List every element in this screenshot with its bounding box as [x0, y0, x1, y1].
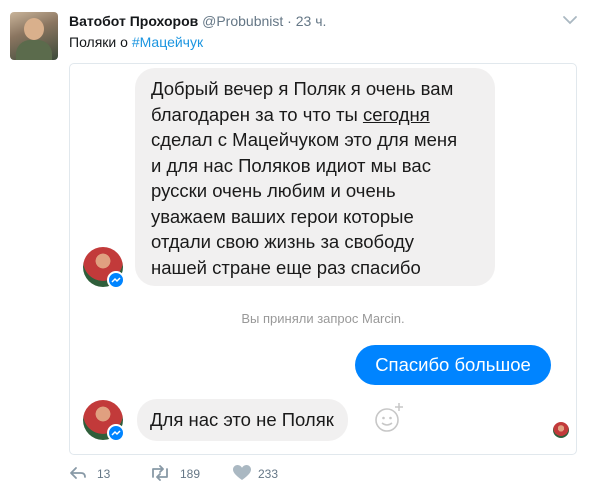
separator-dot: ·	[287, 13, 292, 29]
heart-icon	[233, 465, 251, 480]
messenger-badge-icon	[107, 424, 125, 442]
message-line: отдали свою жизнь за свободу	[151, 231, 415, 252]
like-count: 233	[258, 467, 279, 481]
message-line: русски очень любим и очень	[151, 180, 396, 201]
messenger-badge-icon	[107, 271, 125, 289]
underlined-word: сегодня	[362, 103, 430, 125]
message-line: нашей стране еще раз спасибо	[151, 256, 421, 278]
incoming-message-bubble-2: Для нас это не Поляк	[137, 399, 348, 441]
tweet-text: Поляки о #Мацейчук	[69, 33, 203, 52]
tweet-text-prefix: Поляки о	[69, 34, 132, 50]
tweet-header: Ватобот Прохоров @Probubnist · 23 ч.	[69, 12, 326, 30]
tweet-timestamp[interactable]: 23 ч.	[296, 13, 327, 29]
chevron-down-icon[interactable]	[562, 14, 578, 26]
hashtag-link[interactable]: #Мацейчук	[132, 34, 203, 50]
incoming-message-bubble: Добрый вечер я Поляк я очень вам благода…	[135, 68, 495, 286]
message-line: сделал с Мацейчуком это для меня	[151, 129, 458, 150]
display-name[interactable]: Ватобот Прохоров	[69, 13, 198, 29]
read-receipt-avatar	[553, 422, 569, 438]
message-line: и для нас Поляков идиот мы вас	[151, 154, 431, 176]
message-line: благодарен за то что ты сегодня	[151, 103, 430, 125]
retweet-count: 189	[180, 467, 201, 481]
retweet-icon	[152, 465, 168, 481]
sender-avatar	[83, 247, 125, 289]
system-message: Вы приняли запрос Marcin.	[241, 311, 405, 326]
user-handle[interactable]: @Probubnist	[202, 13, 283, 29]
user-avatar[interactable]	[10, 12, 58, 60]
reply-count: 13	[97, 467, 111, 481]
message-line: уважаем ваших герои которые	[151, 205, 414, 227]
attached-screenshot[interactable]: Добрый вечер я Поляк я очень вам благода…	[69, 63, 577, 455]
outgoing-message-bubble: Спасибо большое	[355, 345, 551, 385]
message-line: Добрый вечер я Поляк я очень вам	[151, 78, 454, 99]
tweet: Ватобот Прохоров @Probubnist · 23 ч. Пол…	[0, 0, 601, 492]
smiley-add-icon	[375, 403, 403, 432]
sender-avatar-2	[83, 400, 125, 442]
reply-icon	[70, 467, 86, 479]
